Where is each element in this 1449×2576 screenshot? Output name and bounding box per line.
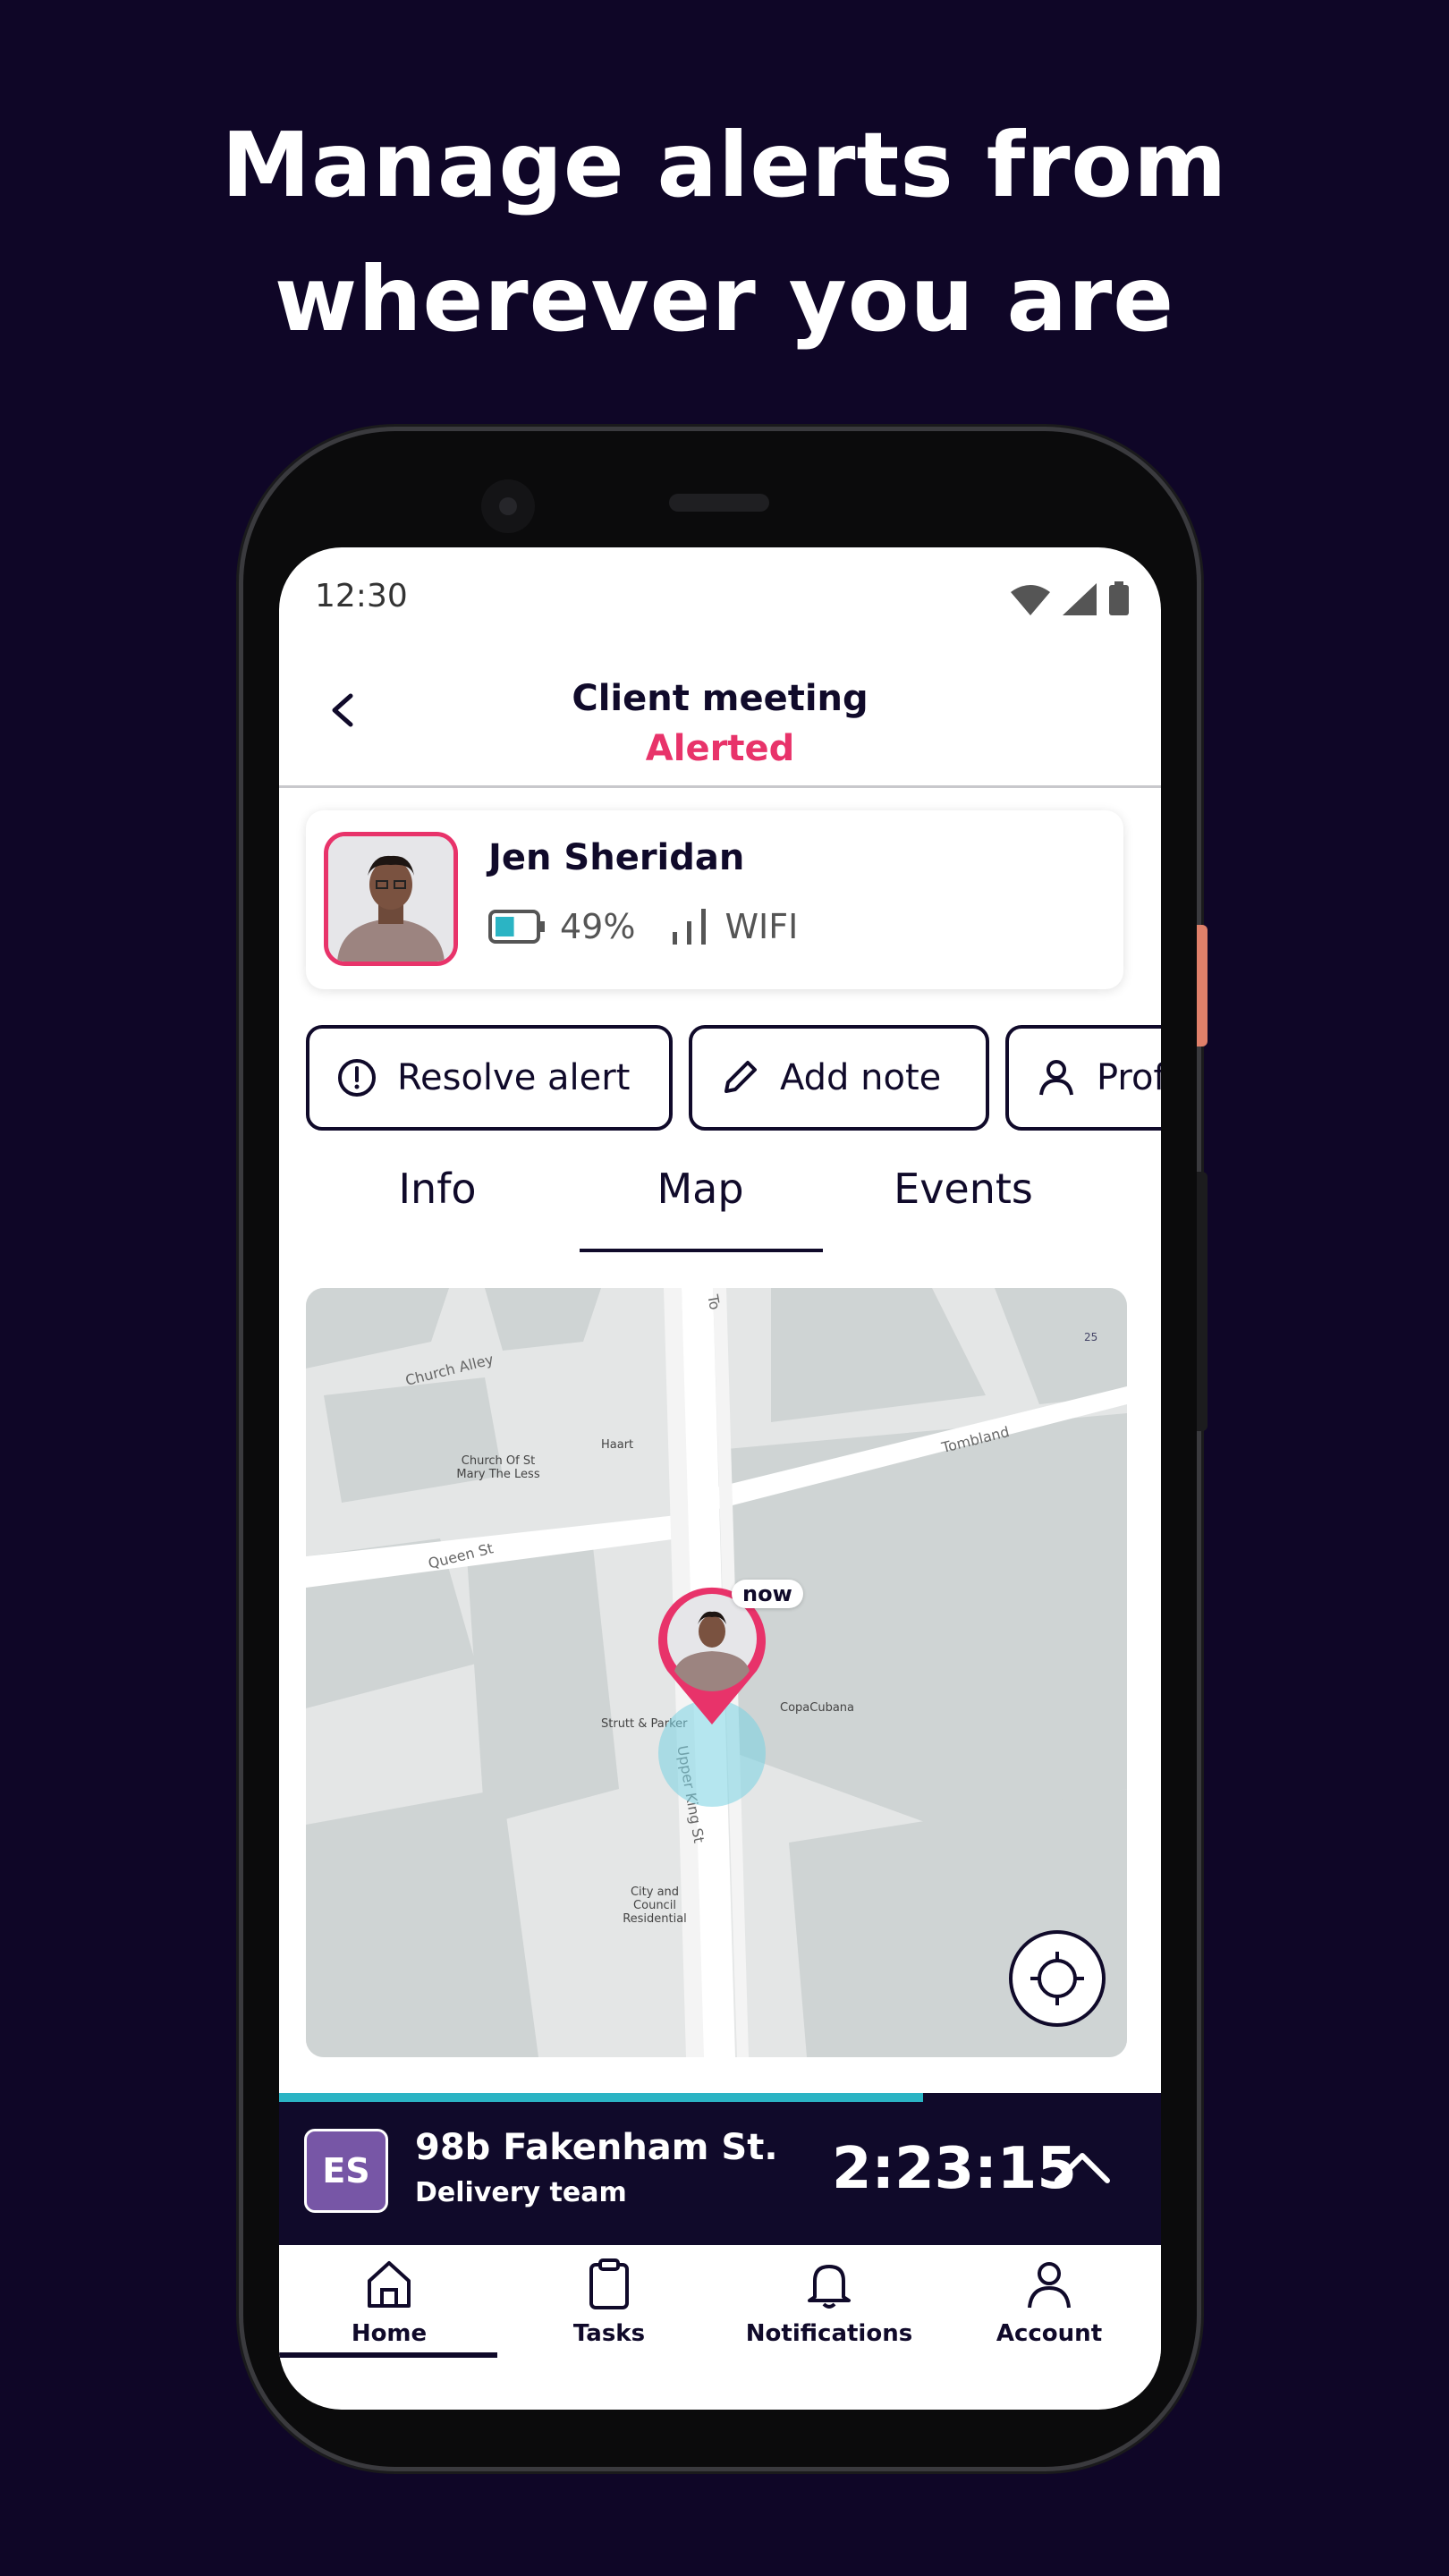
bottom-navigation: Home Tasks Notifications Account <box>279 2245 1161 2361</box>
avatar <box>324 832 458 966</box>
session-progress-fill <box>279 2093 923 2102</box>
tab-events[interactable]: Events <box>834 1165 1093 1213</box>
nav-home-label: Home <box>351 2320 428 2347</box>
signal-strength-icon <box>673 909 707 945</box>
session-progress <box>279 2093 1161 2102</box>
profile-label: Profile <box>1097 1057 1161 1098</box>
map-view[interactable]: Church Alley Queen St Tombland Upper Kin… <box>306 1288 1127 2057</box>
session-timer: 2:23:15 <box>832 2136 1077 2202</box>
nav-tasks-label: Tasks <box>572 2320 646 2347</box>
bell-icon <box>808 2265 851 2309</box>
pencil-icon <box>724 1061 757 1093</box>
nav-notifications-label: Notifications <box>745 2320 913 2347</box>
user-initials-badge: ES <box>304 2129 388 2213</box>
map-label-church: Church Of St Mary The Less <box>456 1454 540 1481</box>
power-button <box>1197 925 1208 1046</box>
tab-bar: Info Map Events <box>279 1165 1161 1245</box>
headline-line-2: wherever you are <box>274 247 1175 352</box>
map-label-to: To <box>704 1293 724 1311</box>
wifi-icon <box>1011 585 1050 615</box>
tab-info[interactable]: Info <box>308 1165 567 1213</box>
status-bar: 12:30 <box>279 547 1161 655</box>
nav-tasks[interactable]: Tasks <box>499 2258 719 2347</box>
add-note-label: Add note <box>780 1057 942 1098</box>
nav-account-label: Account <box>996 2320 1103 2347</box>
session-location: 98b Fakenham St. <box>415 2127 778 2168</box>
status-time: 12:30 <box>315 578 408 614</box>
headline-line-1: Manage alerts from <box>221 113 1228 217</box>
home-icon <box>368 2261 411 2308</box>
nav-home[interactable]: Home <box>279 2258 499 2347</box>
clipboard-icon <box>589 2258 629 2309</box>
marker-time-badge: now <box>732 1580 803 1608</box>
page-header: Client meeting Alerted <box>279 646 1161 788</box>
location-pin-icon[interactable] <box>631 1581 792 1760</box>
battery-level-icon <box>488 910 545 944</box>
crosshair-icon <box>1030 1952 1084 2005</box>
active-tab-indicator <box>580 1249 823 1252</box>
connection-type: WIFI <box>724 907 799 946</box>
alert-status: Alerted <box>645 728 795 769</box>
resolve-alert-button[interactable]: Resolve alert <box>306 1025 673 1131</box>
active-nav-indicator <box>279 2352 497 2358</box>
front-camera <box>481 479 535 533</box>
active-session-bar[interactable]: ES 98b Fakenham St. Delivery team 2:23:1… <box>279 2102 1161 2245</box>
session-team: Delivery team <box>415 2177 627 2208</box>
person-name: Jen Sheridan <box>488 837 745 878</box>
page-title: Client meeting <box>572 678 869 719</box>
nav-account[interactable]: Account <box>939 2258 1159 2347</box>
add-note-button[interactable]: Add note <box>689 1025 989 1131</box>
tab-map[interactable]: Map <box>571 1165 830 1213</box>
volume-button <box>1197 1172 1208 1431</box>
user-icon <box>1039 1060 1073 1096</box>
action-buttons: Resolve alert Add note Profile <box>306 1025 1161 1131</box>
headline: Manage alerts from wherever you are <box>0 98 1449 367</box>
map-label-city-council: City and Council Residential <box>623 1885 687 1926</box>
signal-icon <box>1063 583 1097 615</box>
battery-percent: 49% <box>560 907 636 946</box>
profile-button[interactable]: Profile <box>1005 1025 1161 1131</box>
person-card[interactable]: Jen Sheridan 49% WIFI <box>306 810 1123 989</box>
alert-circle-icon <box>338 1059 376 1097</box>
earpiece-speaker <box>669 494 769 512</box>
user-icon <box>1028 2262 1071 2309</box>
map-label-haart: Haart <box>601 1438 634 1452</box>
nav-notifications[interactable]: Notifications <box>719 2258 939 2347</box>
battery-icon <box>1109 581 1129 615</box>
recenter-button[interactable] <box>1009 1930 1106 2027</box>
map-label-25: 25 <box>1084 1331 1098 1343</box>
phone-screen: 12:30 Client meeting Alerted Jen Sherida… <box>279 547 1161 2410</box>
chevron-up-icon[interactable] <box>1054 2148 1111 2184</box>
resolve-alert-label: Resolve alert <box>397 1057 631 1098</box>
